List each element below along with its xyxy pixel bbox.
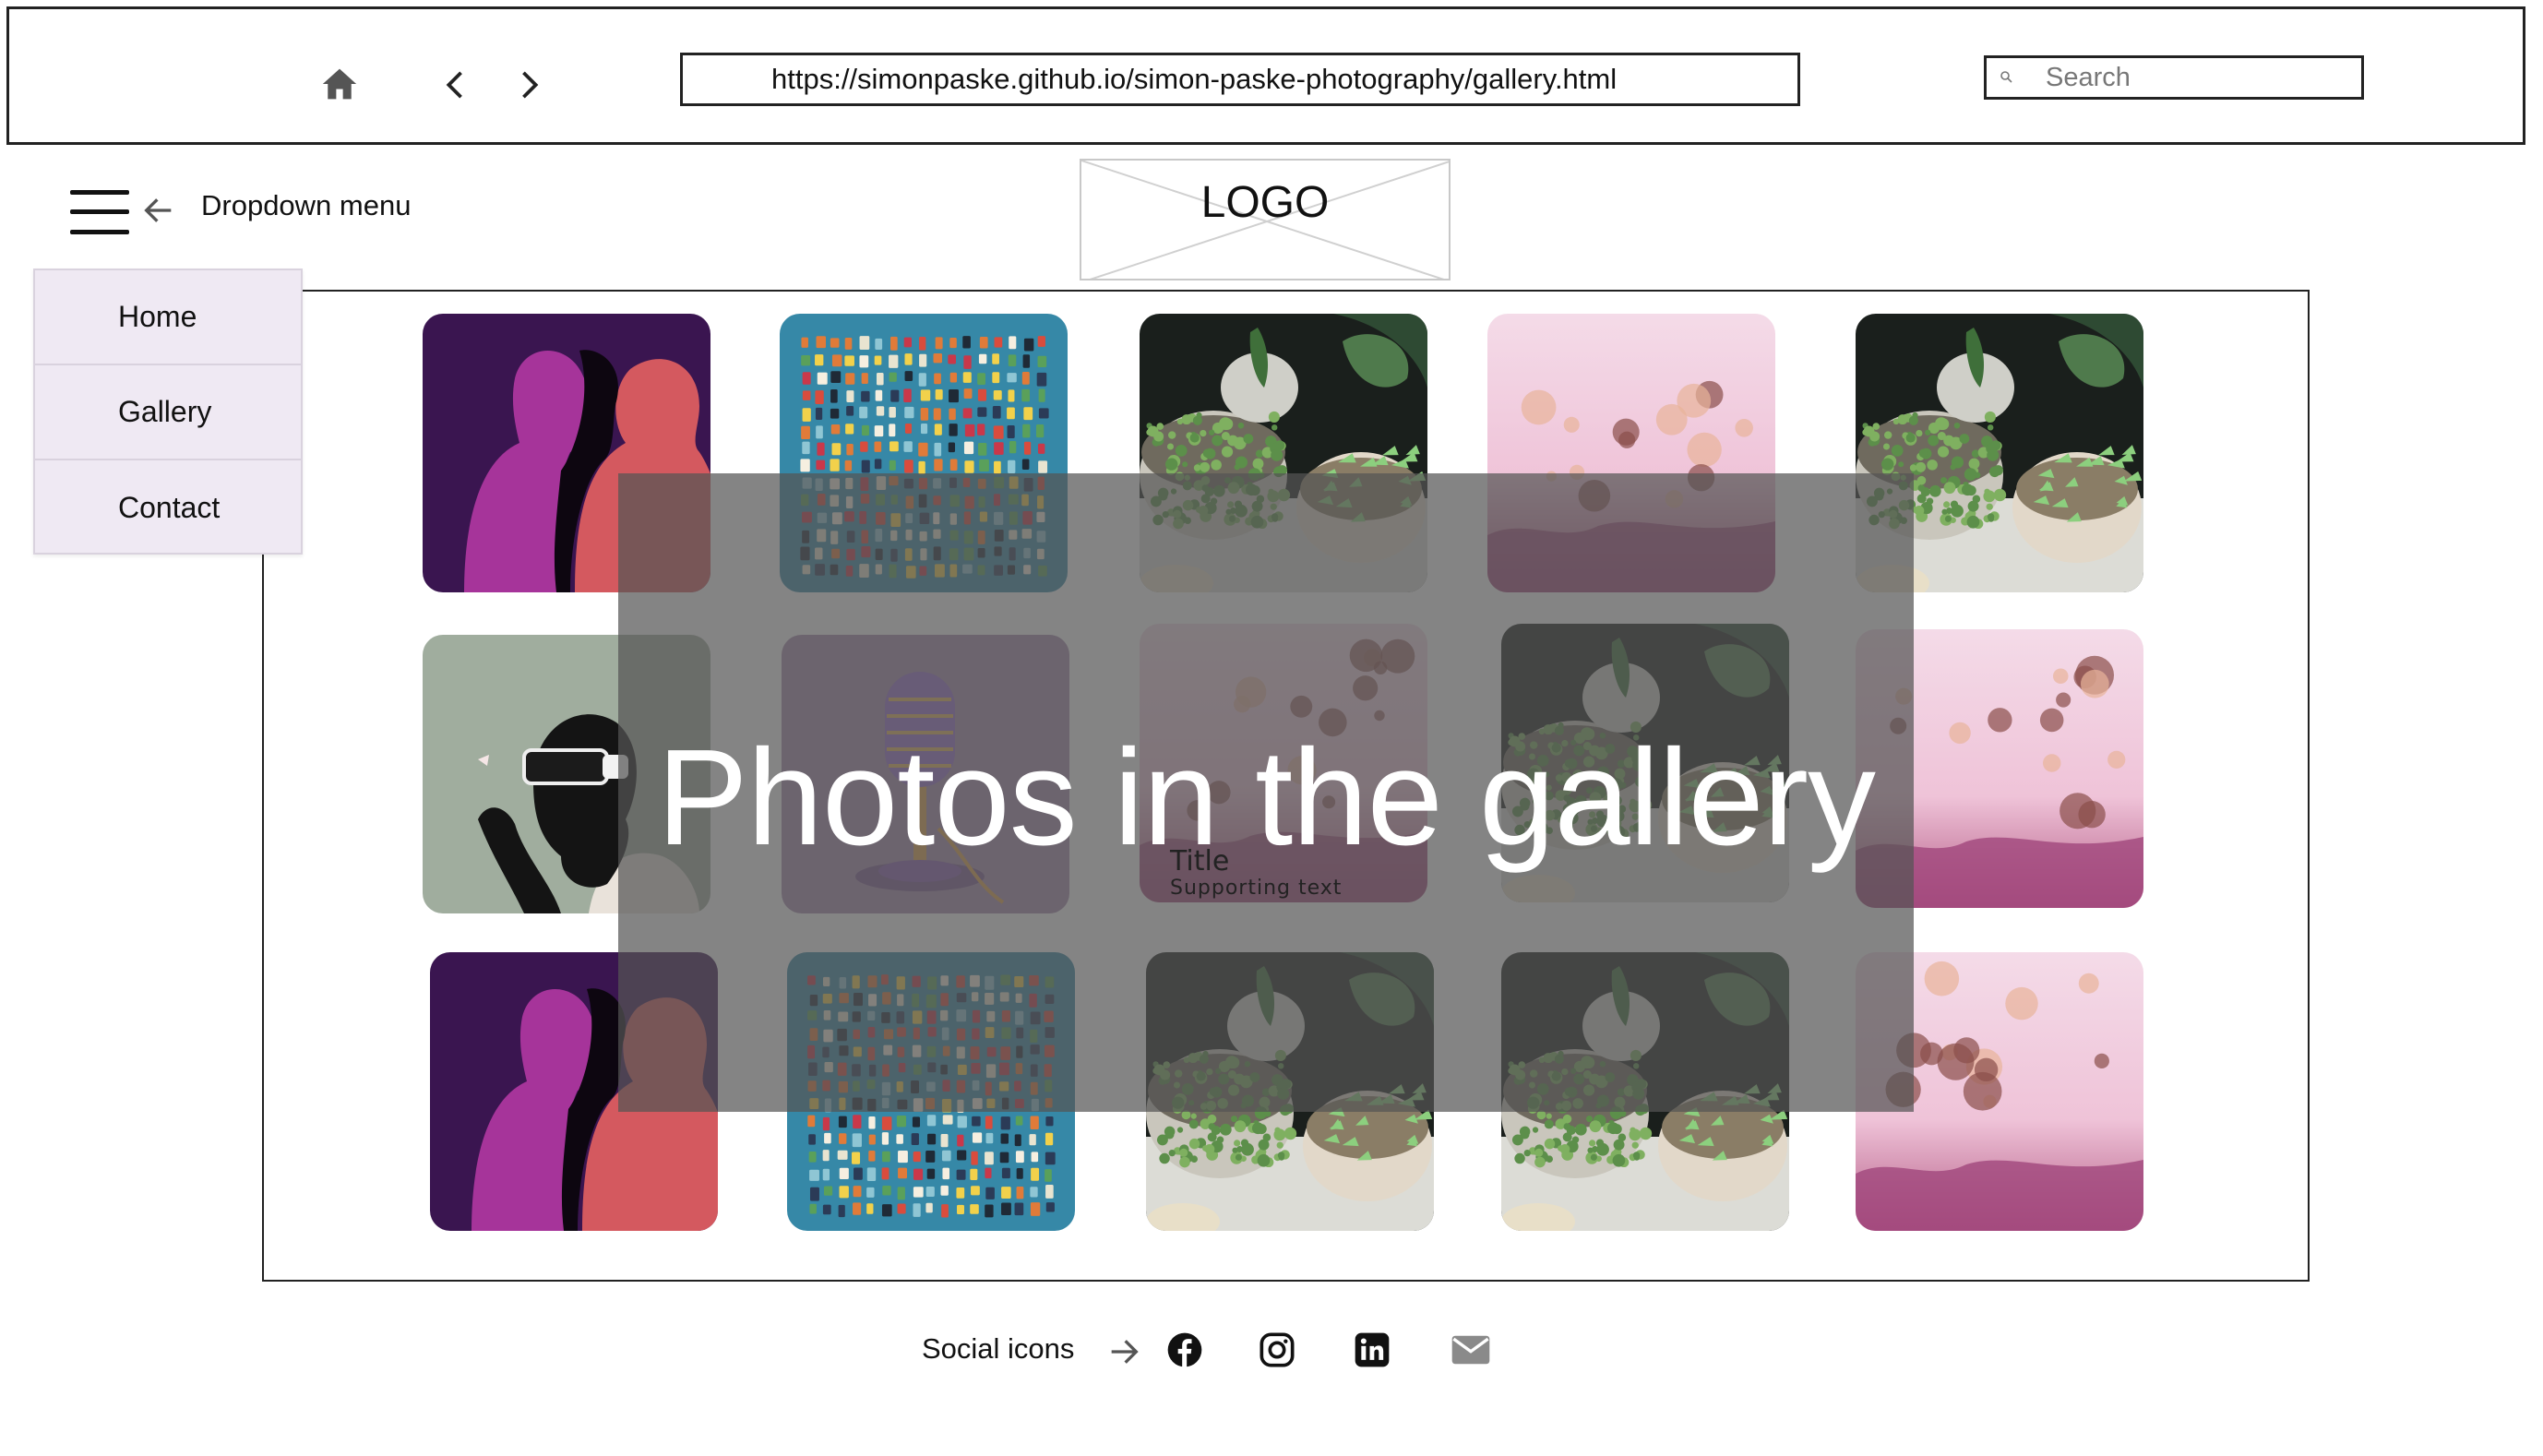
chevron-left-icon[interactable] (436, 65, 472, 105)
search-input[interactable] (2046, 59, 2350, 96)
browser-toolbar: https://simonpaske.github.io/simon-paske… (6, 6, 2525, 145)
menu-item-label: Gallery (118, 395, 212, 428)
home-icon[interactable] (316, 60, 364, 108)
mail-icon[interactable] (1451, 1330, 1491, 1370)
url-text: https://simonpaske.github.io/simon-paske… (771, 63, 1618, 95)
instagram-icon[interactable] (1257, 1330, 1297, 1370)
arrow-right-icon (1105, 1333, 1142, 1370)
logo[interactable]: LOGO (1080, 159, 1451, 280)
address-bar[interactable]: https://simonpaske.github.io/simon-paske… (680, 53, 1800, 106)
menu-item-label: Home (118, 300, 197, 333)
menu-item-home[interactable]: Home (35, 270, 301, 365)
arrow-left-icon (140, 192, 177, 229)
hamburger-icon[interactable] (70, 190, 129, 236)
menu-item-gallery[interactable]: Gallery (35, 365, 301, 460)
logo-text: LOGO (1200, 178, 1330, 227)
tile-caption: Title Supporting text (1170, 847, 1342, 901)
search-icon (2000, 67, 2020, 88)
menu-item-contact[interactable]: Contact (35, 460, 301, 555)
facebook-icon[interactable] (1164, 1330, 1205, 1370)
tile-supporting-text: Supporting text (1170, 877, 1343, 900)
dropdown-menu-label: Dropdown menu (201, 189, 412, 221)
linkedin-icon[interactable] (1352, 1330, 1392, 1370)
social-icons-label: Social icons (922, 1332, 1075, 1365)
chevron-right-icon[interactable] (512, 65, 549, 105)
search-box[interactable] (1984, 55, 2364, 100)
menu-item-label: Contact (118, 491, 221, 524)
gallery-overlay: Photos in the gallery (618, 473, 1914, 1112)
dropdown-menu: Home Gallery Contact (33, 269, 303, 555)
tile-title: Title (1170, 845, 1230, 877)
